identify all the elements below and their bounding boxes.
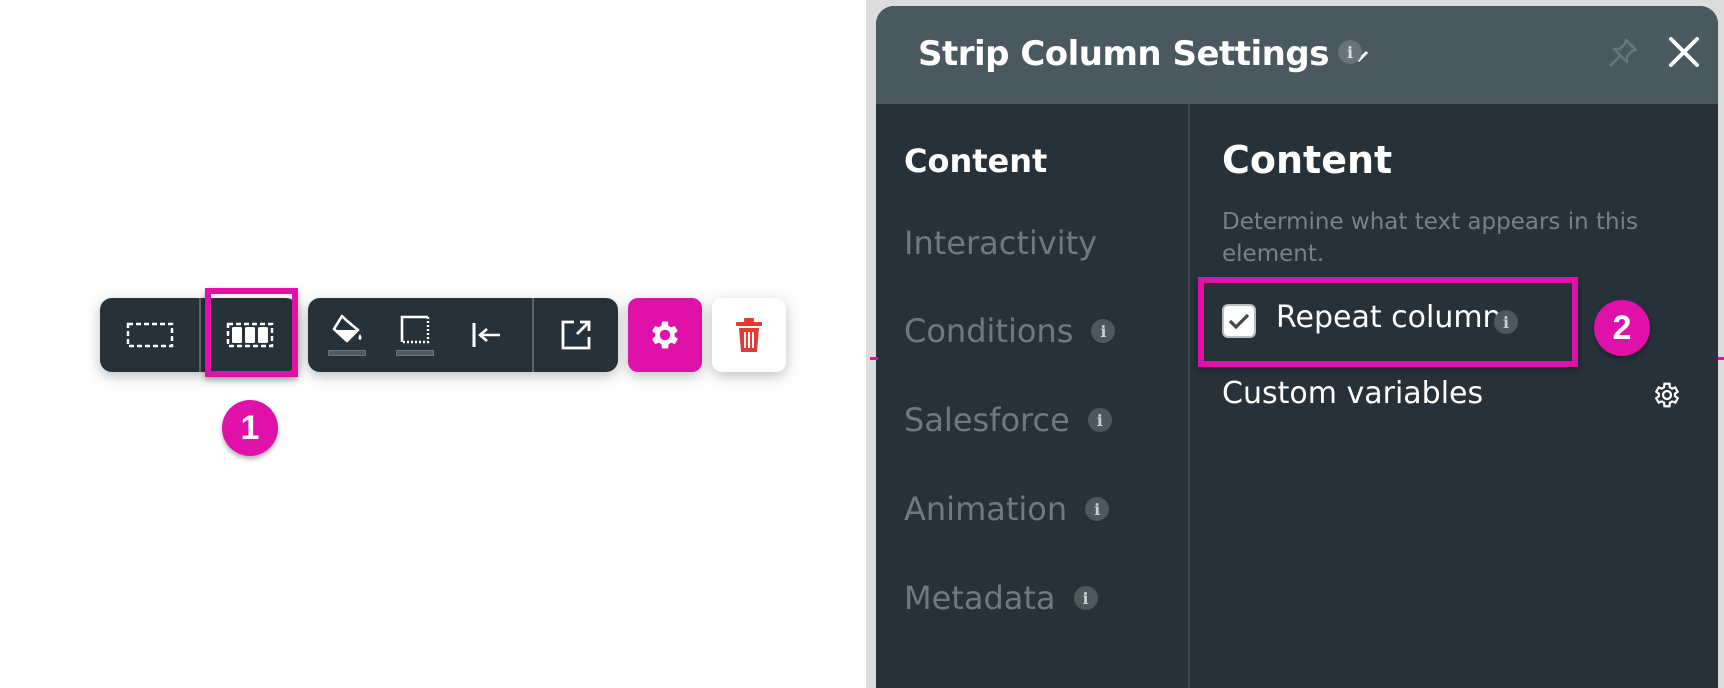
- strip-layout-columns-button[interactable]: [201, 298, 298, 372]
- guide-marker-left: [870, 357, 878, 360]
- border-button[interactable]: [386, 298, 444, 372]
- custom-variables-gear-icon[interactable]: [1652, 380, 1682, 410]
- dashed-rectangle-icon: [126, 322, 173, 348]
- nav-item-label: Conditions: [904, 312, 1074, 350]
- trash-icon: [736, 318, 762, 352]
- custom-variables-label: Custom variables: [1222, 376, 1484, 411]
- info-icon[interactable]: i: [1087, 408, 1112, 432]
- border-icon: [400, 315, 430, 344]
- repeat-column-label[interactable]: Repeat column: [1276, 300, 1502, 335]
- content-heading: Content: [1222, 138, 1393, 182]
- strip-column-settings-panel: Strip Column Settings i Content Interact…: [876, 6, 1718, 688]
- panel-nav: Content Interactivity Conditions i Sales…: [876, 104, 1188, 688]
- info-icon[interactable]: i: [1073, 586, 1098, 610]
- settings-button[interactable]: [628, 298, 702, 372]
- guide-marker-right: [1718, 357, 1724, 360]
- gear-icon: [652, 321, 678, 349]
- nav-item-label: Salesforce: [904, 401, 1070, 439]
- nav-item-conditions[interactable]: Conditions i: [904, 312, 1116, 350]
- title-info-icon[interactable]: i: [1338, 40, 1362, 64]
- nav-item-interactivity[interactable]: Interactivity: [904, 224, 1097, 262]
- nav-item-salesforce[interactable]: Salesforce i: [904, 401, 1112, 439]
- close-icon[interactable]: [1666, 34, 1702, 70]
- panel-title[interactable]: Strip Column Settings: [918, 34, 1370, 74]
- background-color-button[interactable]: [318, 298, 376, 372]
- nav-item-animation[interactable]: Animation i: [904, 490, 1110, 528]
- external-link-button[interactable]: [534, 298, 618, 372]
- border-swatch-bar: [396, 350, 434, 356]
- style-toolbar-group: [308, 298, 618, 372]
- pin-icon[interactable]: [1606, 36, 1640, 70]
- repeat-column-checkbox[interactable]: [1222, 304, 1256, 338]
- info-icon[interactable]: i: [1091, 319, 1116, 343]
- content-section: Content Determine what text appears in t…: [1190, 104, 1718, 688]
- nav-item-content[interactable]: Content: [904, 142, 1047, 180]
- step-badge-1: 1: [222, 400, 278, 456]
- nav-item-metadata[interactable]: Metadata i: [904, 579, 1098, 617]
- nav-item-label: Interactivity: [904, 224, 1098, 262]
- nav-item-label: Content: [904, 142, 1048, 180]
- color-swatch-bar: [328, 350, 366, 356]
- nav-item-label: Animation: [904, 490, 1068, 528]
- panel-title-text: Strip Column Settings: [918, 34, 1329, 74]
- panel-header: Strip Column Settings i: [876, 6, 1718, 104]
- layout-toolbar-group: [100, 298, 298, 372]
- delete-button[interactable]: [712, 298, 786, 372]
- align-left-arrow-icon: [472, 323, 500, 347]
- checkmark-icon: [1228, 313, 1250, 330]
- strip-layout-single-button[interactable]: [100, 298, 199, 372]
- alignment-button[interactable]: [456, 298, 516, 372]
- info-icon[interactable]: i: [1085, 497, 1110, 521]
- repeat-column-info-icon[interactable]: i: [1494, 310, 1518, 334]
- content-description: Determine what text appears in this elem…: [1222, 209, 1638, 267]
- nav-item-label: Metadata: [904, 579, 1056, 617]
- dashed-columns-icon: [226, 322, 273, 348]
- paint-bucket-icon: [332, 314, 362, 343]
- step-badge-2: 2: [1594, 300, 1650, 356]
- open-external-icon: [561, 320, 591, 350]
